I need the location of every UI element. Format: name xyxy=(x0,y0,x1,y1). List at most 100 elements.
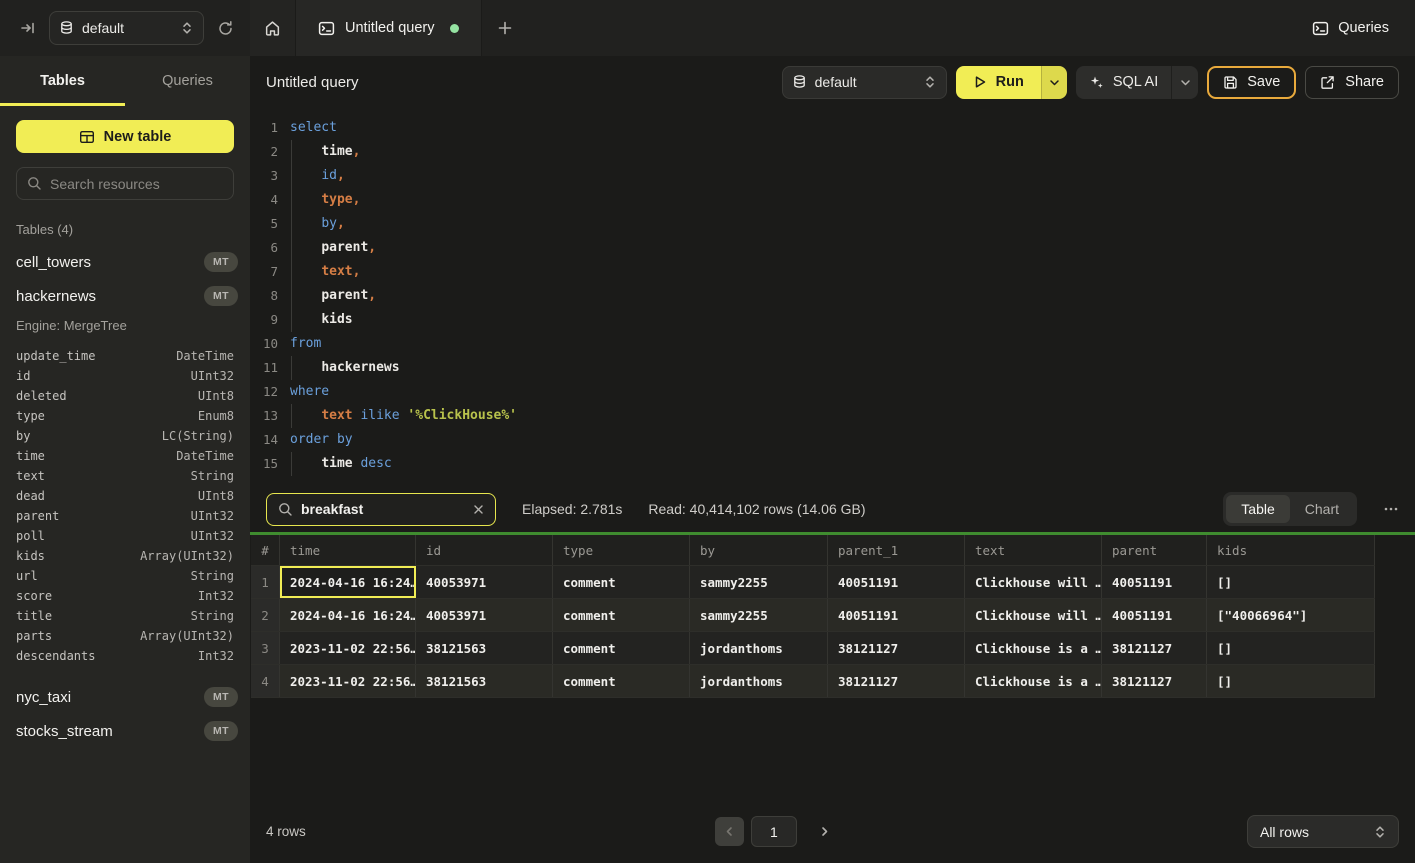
row-number: 3 xyxy=(251,632,280,664)
code-lines: 1select2 time,3 id,4 type,5 by,6 parent,… xyxy=(250,116,1415,476)
table-cell[interactable]: [] xyxy=(1207,632,1375,664)
table-cell[interactable]: 38121127 xyxy=(828,665,965,697)
previous-page-button[interactable] xyxy=(715,817,744,846)
line-number: 1 xyxy=(250,116,278,140)
column-name: by xyxy=(16,429,30,443)
share-button[interactable]: Share xyxy=(1305,66,1399,99)
table-cell[interactable]: 38121127 xyxy=(828,632,965,664)
toggle-table[interactable]: Table xyxy=(1226,495,1289,523)
column-header-time[interactable]: time xyxy=(280,535,416,565)
queries-button[interactable]: Queries xyxy=(1312,20,1389,37)
code-line-7[interactable]: 7 text, xyxy=(250,260,1415,284)
sql-ai-button[interactable]: SQL AI xyxy=(1076,66,1171,99)
code-line-14[interactable]: 14order by xyxy=(250,428,1415,452)
code-line-15[interactable]: 15 time desc xyxy=(250,452,1415,476)
tab-label: Untitled query xyxy=(345,20,434,36)
code-line-9[interactable]: 9 kids xyxy=(250,308,1415,332)
table-cell[interactable]: Clickhouse will … xyxy=(965,566,1102,598)
sql-editor[interactable]: 1select2 time,3 id,4 type,5 by,6 parent,… xyxy=(250,108,1415,486)
table-cell[interactable]: [] xyxy=(1207,665,1375,697)
table-cell[interactable]: 40053971 xyxy=(416,599,553,631)
code-content: from xyxy=(278,332,321,356)
code-line-6[interactable]: 6 parent, xyxy=(250,236,1415,260)
column-header-by[interactable]: by xyxy=(690,535,828,565)
table-cell[interactable]: sammy2255 xyxy=(690,566,828,598)
table-cell[interactable]: 40053971 xyxy=(416,566,553,598)
query-database-select[interactable]: default xyxy=(782,66,947,99)
results-search-input[interactable] xyxy=(301,501,465,517)
table-cell[interactable]: 38121563 xyxy=(416,632,553,664)
table-cell[interactable]: 38121563 xyxy=(416,665,553,697)
sidebar-table-cell_towers[interactable]: cell_towersMT xyxy=(0,245,250,279)
sidebar-collapse-button[interactable] xyxy=(20,20,36,36)
table-cell[interactable]: 40051191 xyxy=(1102,566,1207,598)
resource-search-input[interactable] xyxy=(50,176,223,192)
search-icon xyxy=(27,176,42,191)
clear-search-button[interactable] xyxy=(473,504,484,515)
column-row: partsArray(UInt32) xyxy=(0,626,250,646)
sidebar-table-hackernews[interactable]: hackernewsMT xyxy=(0,279,250,313)
table-cell[interactable]: comment xyxy=(553,566,690,598)
top-bar: default Untitled query xyxy=(0,0,1415,56)
save-button[interactable]: Save xyxy=(1207,66,1296,99)
column-header-type[interactable]: type xyxy=(553,535,690,565)
code-line-10[interactable]: 10from xyxy=(250,332,1415,356)
code-line-8[interactable]: 8 parent, xyxy=(250,284,1415,308)
chevron-updown-icon xyxy=(1374,825,1386,839)
code-line-11[interactable]: 11 hackernews xyxy=(250,356,1415,380)
code-line-1[interactable]: 1select xyxy=(250,116,1415,140)
run-options-button[interactable] xyxy=(1041,66,1067,99)
table-cell[interactable]: 2023-11-02 22:56… xyxy=(280,632,416,664)
code-line-4[interactable]: 4 type, xyxy=(250,188,1415,212)
next-page-button[interactable] xyxy=(812,817,838,846)
column-header-parent[interactable]: parent xyxy=(1102,535,1207,565)
table-cell[interactable]: comment xyxy=(553,599,690,631)
table-cell[interactable]: 38121127 xyxy=(1102,665,1207,697)
code-line-3[interactable]: 3 id, xyxy=(250,164,1415,188)
new-table-button[interactable]: New table xyxy=(16,120,234,153)
column-header-parent_1[interactable]: parent_1 xyxy=(828,535,965,565)
code-line-2[interactable]: 2 time, xyxy=(250,140,1415,164)
table-cell[interactable]: Clickhouse will … xyxy=(965,599,1102,631)
page-size-select[interactable]: All rows xyxy=(1247,815,1399,848)
toggle-chart[interactable]: Chart xyxy=(1290,495,1354,523)
new-tab-button[interactable] xyxy=(482,0,528,56)
table-cell[interactable]: 2024-04-16 16:24… xyxy=(280,566,416,598)
table-cell[interactable]: Clickhouse is a … xyxy=(965,632,1102,664)
table-cell[interactable]: 2024-04-16 16:24… xyxy=(280,599,416,631)
refresh-button[interactable] xyxy=(217,20,234,37)
column-type: LC(String) xyxy=(162,429,234,443)
table-cell[interactable]: jordanthoms xyxy=(690,665,828,697)
column-header-row-num[interactable]: # xyxy=(251,535,280,565)
sidebar-tab-tables[interactable]: Tables xyxy=(0,56,125,106)
sidebar-table-nyc_taxi[interactable]: nyc_taxiMT xyxy=(0,680,250,714)
table-cell[interactable]: jordanthoms xyxy=(690,632,828,664)
table-cell[interactable]: 38121127 xyxy=(1102,632,1207,664)
page-number-input[interactable] xyxy=(751,816,797,847)
table-cell[interactable]: ["40066964"] xyxy=(1207,599,1375,631)
table-cell[interactable]: Clickhouse is a … xyxy=(965,665,1102,697)
results-more-button[interactable] xyxy=(1383,501,1399,517)
table-cell[interactable]: comment xyxy=(553,665,690,697)
code-line-5[interactable]: 5 by, xyxy=(250,212,1415,236)
sidebar-tab-queries[interactable]: Queries xyxy=(125,56,250,106)
column-header-kids[interactable]: kids xyxy=(1207,535,1375,565)
table-cell[interactable]: 40051191 xyxy=(1102,599,1207,631)
tab-untitled-query[interactable]: Untitled query xyxy=(296,0,482,56)
table-cell[interactable]: 2023-11-02 22:56… xyxy=(280,665,416,697)
sql-ai-options-button[interactable] xyxy=(1171,66,1198,99)
topbar-database-select[interactable]: default xyxy=(49,11,204,45)
table-cell[interactable]: [] xyxy=(1207,566,1375,598)
table-cell[interactable]: comment xyxy=(553,632,690,664)
run-button[interactable]: Run xyxy=(956,66,1041,99)
code-line-13[interactable]: 13 text ilike '%ClickHouse%' xyxy=(250,404,1415,428)
table-cell[interactable]: sammy2255 xyxy=(690,599,828,631)
column-header-id[interactable]: id xyxy=(416,535,553,565)
table-row: 32023-11-02 22:56…38121563commentjordant… xyxy=(251,632,1375,665)
table-cell[interactable]: 40051191 xyxy=(828,566,965,598)
sidebar-table-stocks_stream[interactable]: stocks_streamMT xyxy=(0,714,250,748)
column-header-text[interactable]: text xyxy=(965,535,1102,565)
table-cell[interactable]: 40051191 xyxy=(828,599,965,631)
tab-home[interactable] xyxy=(250,0,296,56)
code-line-12[interactable]: 12where xyxy=(250,380,1415,404)
